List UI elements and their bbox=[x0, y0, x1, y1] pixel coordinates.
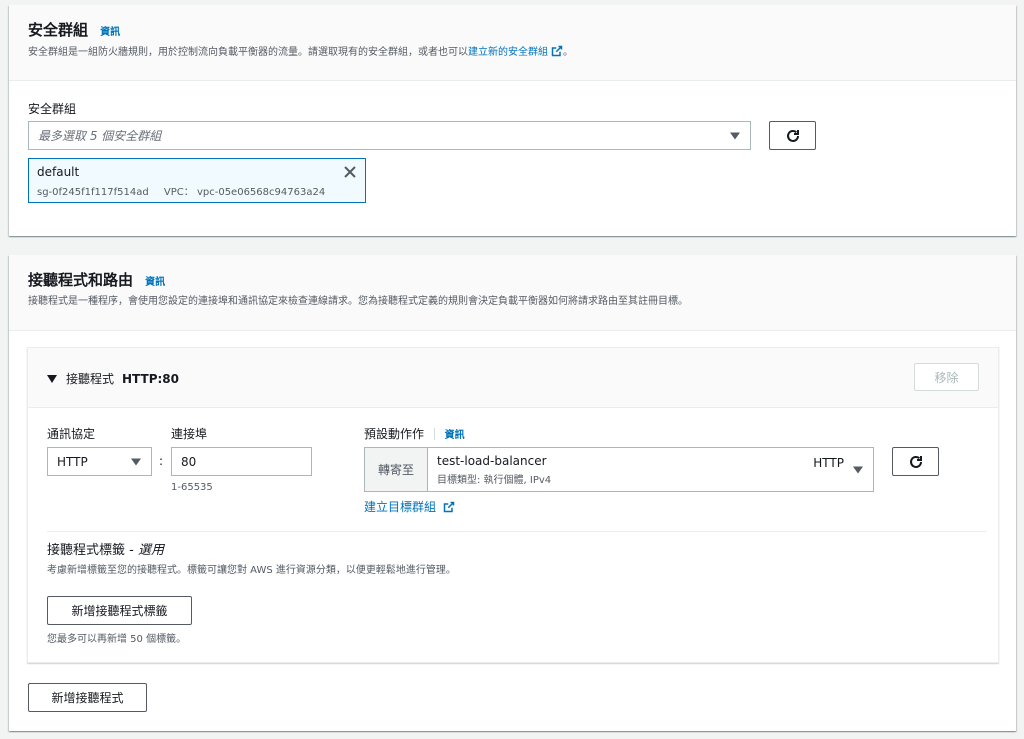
port-input[interactable]: 80 bbox=[171, 447, 312, 476]
tag-limit-text: 您最多可以再新增 50 個標籤。 bbox=[47, 634, 187, 645]
listener-expand-toggle[interactable]: 接聽程式 HTTP:80 bbox=[47, 370, 179, 387]
forward-to-addon: 轉寄至 bbox=[364, 447, 428, 492]
security-groups-placeholder: 最多選取 5 個安全群組 bbox=[38, 129, 162, 143]
description-suffix: 。 bbox=[563, 47, 573, 58]
listeners-info-link[interactable]: 資訊 bbox=[145, 277, 165, 288]
security-groups-header: 安全群組 資訊 安全群組是一組防火牆規則，用於控制流向負載平衡器的流量。請選取現… bbox=[9, 5, 1016, 81]
security-group-id: sg-0f245f1f117f514ad bbox=[37, 187, 149, 198]
port-hint: 1-65535 bbox=[171, 482, 213, 493]
add-listener-tag-button[interactable]: 新增接聽程式標籤 bbox=[47, 596, 192, 625]
target-group-protocol: HTTP bbox=[813, 456, 844, 470]
security-groups-panel: 安全群組 資訊 安全群組是一組防火牆規則，用於控制流向負載平衡器的流量。請選取現… bbox=[9, 5, 1016, 236]
forward-to-label: 轉寄至 bbox=[377, 463, 414, 477]
security-groups-field-label: 安全群組 bbox=[28, 102, 77, 116]
listener-card-header: 接聽程式 HTTP:80 移除 bbox=[28, 348, 998, 408]
listener-card: 接聽程式 HTTP:80 移除 通訊協定 HTTP : 連接埠 80 1-655… bbox=[27, 347, 999, 663]
listeners-description: 接聽程式是一種程序，會使用您設定的連接埠和通訊協定來檢查連線請求。您為接聽程式定… bbox=[28, 296, 688, 307]
chevron-down-icon bbox=[131, 458, 141, 465]
create-target-group-link-row[interactable]: 建立目標群組 bbox=[364, 498, 455, 515]
listeners-title: 接聽程式和路由 bbox=[28, 271, 134, 289]
security-group-name: default bbox=[37, 165, 80, 179]
listener-label: 接聽程式 bbox=[66, 372, 115, 386]
separator bbox=[433, 428, 435, 440]
protocol-value: HTTP bbox=[57, 454, 88, 469]
port-label: 連接埠 bbox=[171, 427, 208, 441]
vpc-id: vpc-05e06568c94763a24 bbox=[196, 187, 326, 198]
port-separator: : bbox=[159, 454, 164, 468]
listener-name: HTTP:80 bbox=[122, 371, 179, 386]
caret-down-icon bbox=[47, 374, 57, 383]
listener-tags-description: 考慮新增標籤至您的接聽程式。標籤可讓您對 AWS 進行資源分類，以便更輕鬆地進行… bbox=[47, 565, 456, 576]
chevron-down-icon bbox=[853, 466, 863, 474]
create-target-group-link[interactable]: 建立目標群組 bbox=[364, 500, 436, 514]
tags-optional-text: 選用 bbox=[137, 543, 164, 558]
vpc-label: VPC： bbox=[163, 187, 194, 198]
refresh-target-groups-button[interactable] bbox=[892, 447, 939, 476]
target-group-name: test-load-balancer bbox=[437, 454, 547, 468]
default-action-label-row: 預設動作作 資訊 bbox=[364, 425, 465, 442]
create-security-group-link[interactable]: 建立新的安全群組 bbox=[468, 47, 548, 58]
add-listener-button[interactable]: 新增接聽程式 bbox=[28, 683, 147, 712]
refresh-icon bbox=[909, 455, 922, 468]
external-link-icon bbox=[443, 501, 455, 513]
close-icon[interactable] bbox=[343, 165, 357, 179]
default-action-label: 預設動作作 bbox=[364, 427, 425, 441]
protocol-label: 通訊協定 bbox=[47, 427, 96, 441]
security-groups-info-link[interactable]: 資訊 bbox=[100, 27, 120, 38]
tags-title-text: 接聽程式標籤 - bbox=[47, 543, 138, 558]
default-action-info-link[interactable]: 資訊 bbox=[445, 430, 465, 441]
security-group-details: sg-0f245f1f117f514ad VPC： vpc-05e06568c9… bbox=[37, 183, 357, 198]
refresh-icon bbox=[786, 129, 799, 142]
port-value: 80 bbox=[181, 454, 197, 469]
security-groups-title: 安全群組 bbox=[28, 21, 89, 39]
selected-security-group-token: default sg-0f245f1f117f514ad VPC： vpc-05… bbox=[28, 158, 366, 203]
security-groups-select[interactable]: 最多選取 5 個安全群組 bbox=[28, 121, 751, 150]
target-group-select[interactable]: test-load-balancer 目標類型: 執行個體, IPv4 HTTP bbox=[427, 447, 874, 492]
chevron-down-icon bbox=[730, 132, 740, 139]
protocol-select[interactable]: HTTP bbox=[47, 447, 152, 476]
external-link-icon[interactable] bbox=[551, 45, 563, 57]
description-text: 安全群組是一組防火牆規則，用於控制流向負載平衡器的流量。請選取現有的安全群組，或… bbox=[28, 47, 468, 58]
listeners-header: 接聽程式和路由 資訊 接聽程式是一種程序，會使用您設定的連接埠和通訊協定來檢查連… bbox=[9, 255, 1016, 331]
refresh-security-groups-button[interactable] bbox=[769, 121, 816, 150]
target-group-details: 目標類型: 執行個體, IPv4 bbox=[437, 475, 552, 486]
remove-listener-button[interactable]: 移除 bbox=[914, 363, 979, 391]
security-groups-description: 安全群組是一組防火牆規則，用於控制流向負載平衡器的流量。請選取現有的安全群組，或… bbox=[28, 45, 997, 60]
section-divider bbox=[47, 531, 986, 532]
listeners-panel: 接聽程式和路由 資訊 接聽程式是一種程序，會使用您設定的連接埠和通訊協定來檢查連… bbox=[9, 255, 1016, 731]
listener-tags-title: 接聽程式標籤 - 選用 bbox=[47, 539, 164, 558]
